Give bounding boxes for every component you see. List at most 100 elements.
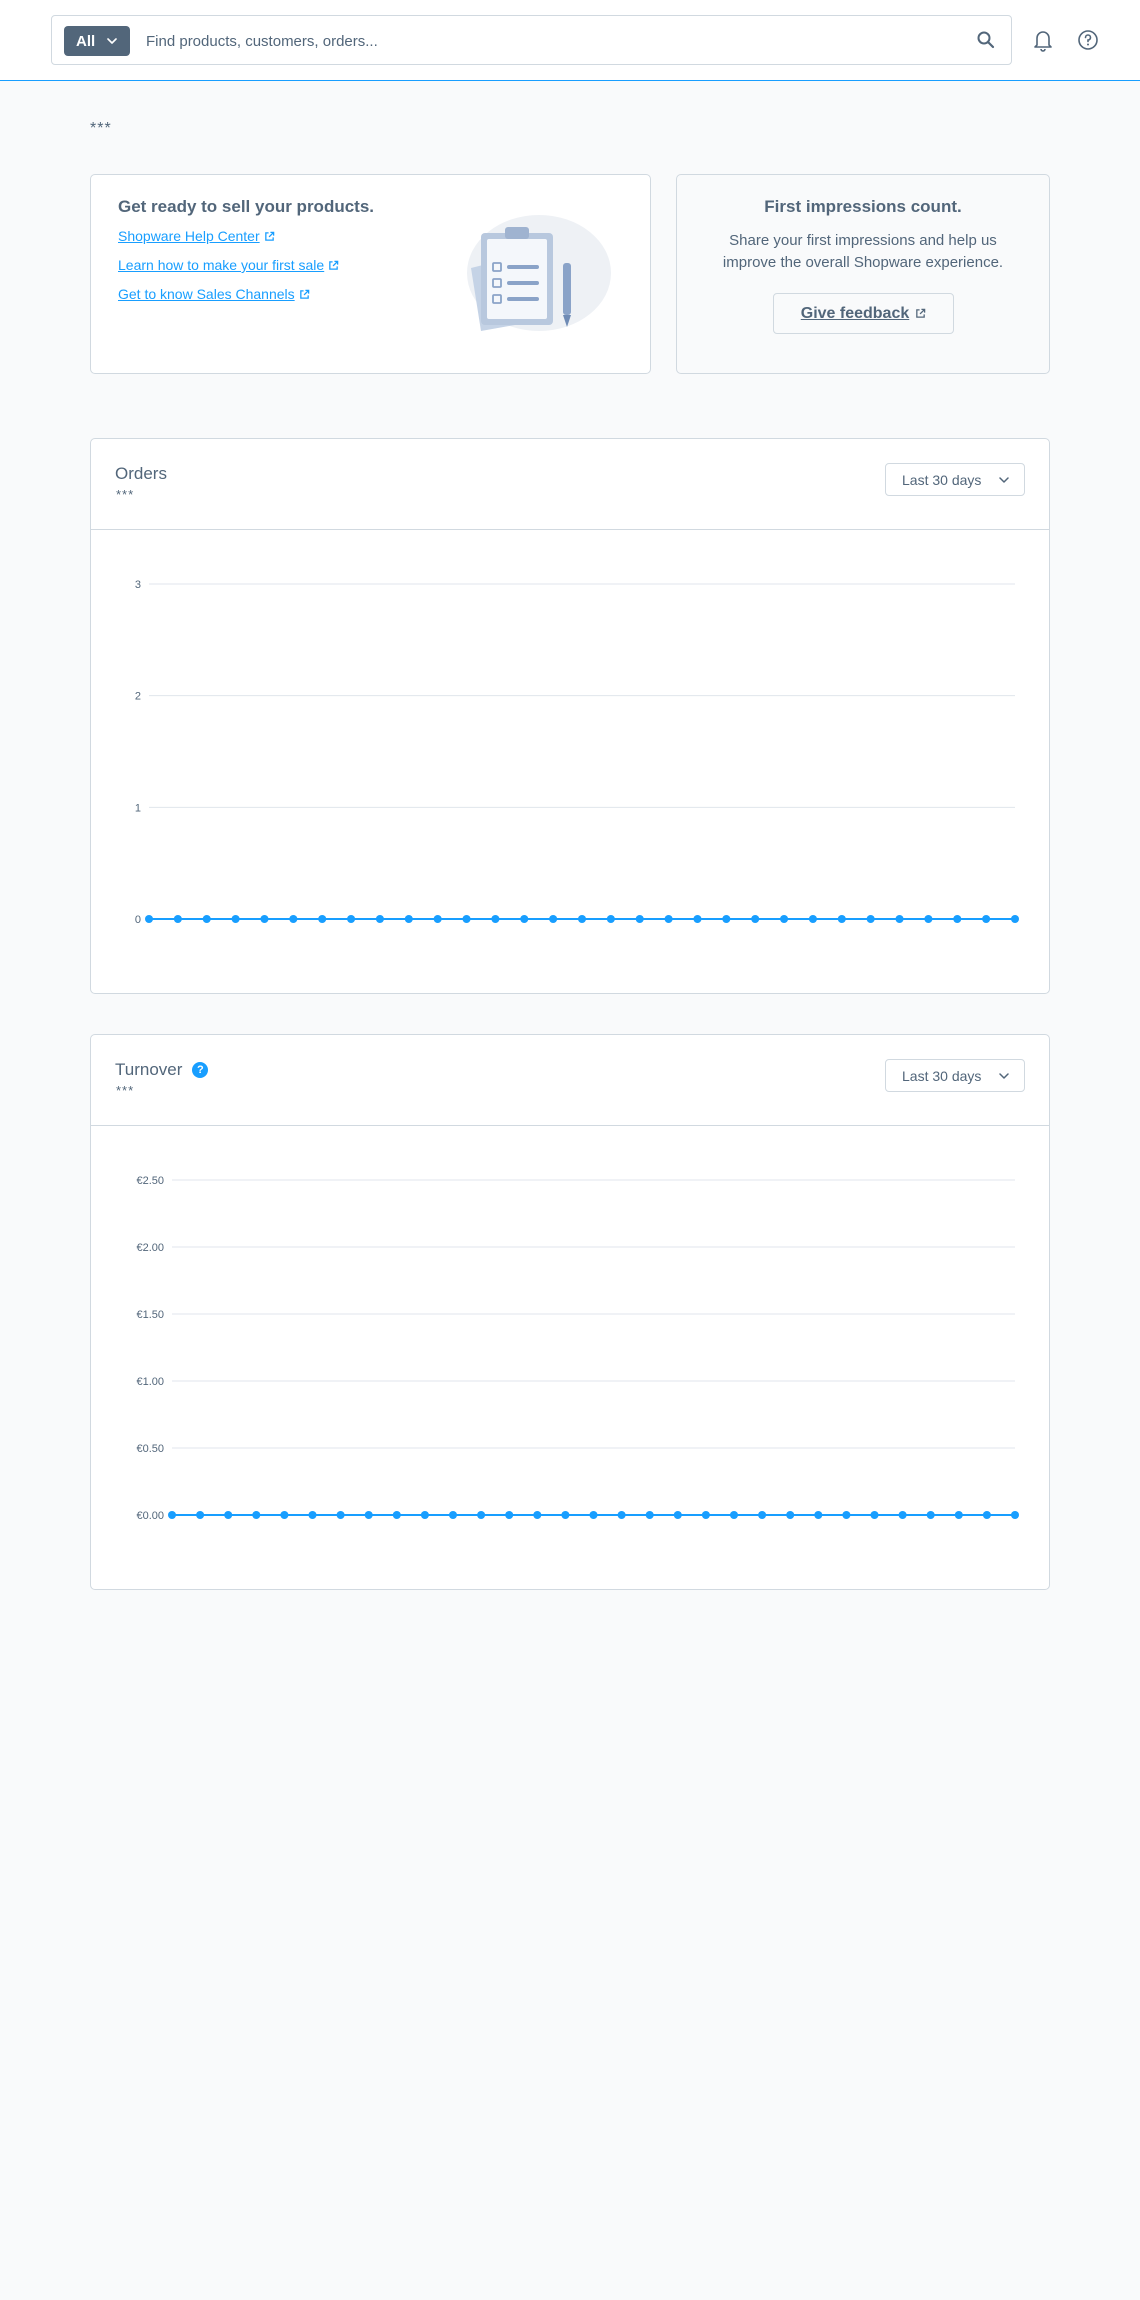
first-sale-link[interactable]: Learn how to make your first sale <box>118 257 339 273</box>
global-search: All <box>51 15 1012 65</box>
orders-subtitle: *** <box>116 487 135 502</box>
y-tick-label: €2.50 <box>136 1175 164 1187</box>
data-point[interactable] <box>477 1511 486 1519</box>
turnover-range-select[interactable]: Last 30 days <box>885 1059 1025 1092</box>
info-icon[interactable]: ? <box>192 1062 209 1078</box>
data-point[interactable] <box>533 1511 542 1519</box>
search-input[interactable] <box>146 26 966 56</box>
top-bar: All <box>0 0 1140 81</box>
help-center-link[interactable]: Shopware Help Center <box>118 228 275 244</box>
data-point[interactable] <box>808 915 817 923</box>
y-tick-label: 2 <box>135 691 141 703</box>
data-point[interactable] <box>693 915 702 923</box>
search-icon[interactable] <box>975 29 997 51</box>
data-point[interactable] <box>420 1511 429 1519</box>
give-feedback-button[interactable]: Give feedback <box>773 293 954 334</box>
page-subtitle: *** <box>90 120 112 137</box>
data-point[interactable] <box>289 915 298 923</box>
orders-card: Orders *** Last 30 days 0 1 2 3 <box>90 438 1050 994</box>
orders-title-row: Orders <box>115 464 167 484</box>
external-link-icon <box>916 308 926 318</box>
data-point[interactable] <box>364 1511 373 1519</box>
data-point[interactable] <box>252 1511 261 1519</box>
data-point[interactable] <box>895 915 904 923</box>
data-point[interactable] <box>433 915 442 923</box>
bell-icon[interactable] <box>1030 27 1056 53</box>
data-point[interactable] <box>173 915 182 923</box>
data-point[interactable] <box>202 915 211 923</box>
data-point[interactable] <box>145 915 153 923</box>
data-point[interactable] <box>280 1511 289 1519</box>
data-point[interactable] <box>953 915 962 923</box>
data-point[interactable] <box>168 1511 176 1519</box>
data-point[interactable] <box>260 915 269 923</box>
data-point[interactable] <box>589 1511 598 1519</box>
data-point[interactable] <box>617 1511 626 1519</box>
y-tick-label: €0.00 <box>136 1510 164 1522</box>
data-point[interactable] <box>449 1511 457 1519</box>
y-tick-label: €2.00 <box>136 1242 164 1254</box>
data-point[interactable] <box>645 1511 654 1519</box>
data-point[interactable] <box>780 915 789 923</box>
sales-channels-link[interactable]: Get to know Sales Channels <box>118 286 310 302</box>
data-point[interactable] <box>926 1511 935 1519</box>
data-point[interactable] <box>898 1511 907 1519</box>
data-point[interactable] <box>701 1511 710 1519</box>
data-point[interactable] <box>866 915 875 923</box>
data-point[interactable] <box>491 915 500 923</box>
data-point[interactable] <box>1011 1511 1019 1519</box>
data-point[interactable] <box>578 915 586 923</box>
feedback-card: First impressions count. Share your firs… <box>676 174 1050 374</box>
data-point[interactable] <box>347 915 356 923</box>
data-point[interactable] <box>462 915 471 923</box>
data-point[interactable] <box>758 1511 767 1519</box>
search-type-select[interactable]: All <box>64 26 130 56</box>
data-point[interactable] <box>730 1511 738 1519</box>
data-point[interactable] <box>520 915 529 923</box>
feedback-text: Share your first impressions and help us… <box>722 232 1004 271</box>
chevron-down-icon <box>107 38 117 44</box>
data-point[interactable] <box>982 1511 991 1519</box>
data-point[interactable] <box>1011 915 1019 923</box>
onboarding-title: Get ready to sell your products. <box>118 197 375 216</box>
data-point[interactable] <box>722 915 731 923</box>
turnover-card: Turnover ? *** Last 30 days €0.00 €0.50 €1… <box>90 1034 1050 1590</box>
data-point[interactable] <box>231 915 240 923</box>
clipboard-illustration <box>467 215 611 331</box>
data-point[interactable] <box>870 1511 879 1519</box>
feedback-title: First impressions count. <box>764 197 962 216</box>
data-point[interactable] <box>842 1511 851 1519</box>
data-point[interactable] <box>924 915 933 923</box>
give-feedback-label: Give feedback <box>800 304 910 322</box>
data-point[interactable] <box>318 915 327 923</box>
data-point[interactable] <box>392 1511 401 1519</box>
y-tick-label: €1.00 <box>136 1376 164 1388</box>
data-point[interactable] <box>751 915 760 923</box>
data-point[interactable] <box>673 1511 682 1519</box>
data-point[interactable] <box>308 1511 317 1519</box>
data-point[interactable] <box>505 1511 514 1519</box>
data-point[interactable] <box>561 1511 570 1519</box>
data-point[interactable] <box>549 915 558 923</box>
data-point[interactable] <box>954 1511 963 1519</box>
data-point[interactable] <box>837 915 846 923</box>
y-tick-label: €0.50 <box>136 1443 164 1455</box>
data-point[interactable] <box>982 915 991 923</box>
data-point[interactable] <box>404 915 413 923</box>
data-point[interactable] <box>375 915 384 923</box>
data-point[interactable] <box>814 1511 823 1519</box>
orders-range-select[interactable]: Last 30 days <box>885 463 1025 496</box>
data-point[interactable] <box>664 915 673 923</box>
data-point[interactable] <box>786 1511 795 1519</box>
external-link-icon <box>299 289 309 299</box>
y-tick-label: 1 <box>135 802 141 814</box>
data-point[interactable] <box>336 1511 345 1519</box>
help-center-link-label: Shopware Help Center <box>118 228 260 244</box>
turnover-range-label: Last 30 days <box>902 1067 982 1084</box>
help-icon[interactable] <box>1075 27 1101 53</box>
data-point[interactable] <box>224 1511 233 1519</box>
data-point[interactable] <box>635 915 644 923</box>
turnover-chart: €0.00 €0.50 €1.00 €1.50 €2.00 €2.50 <box>136 1175 1019 1522</box>
data-point[interactable] <box>606 915 615 923</box>
data-point[interactable] <box>196 1511 205 1519</box>
